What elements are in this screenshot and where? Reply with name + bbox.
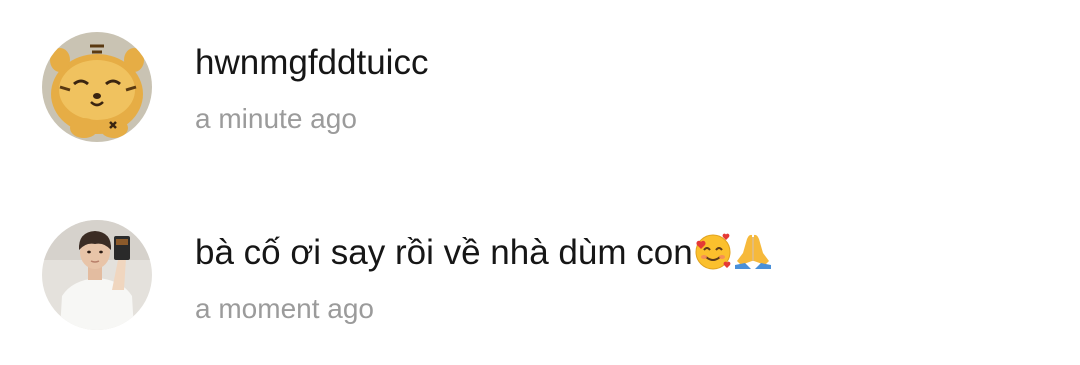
folded-hands-emoji-icon xyxy=(733,231,773,271)
comment-item[interactable]: bà cố ơi say rồi về nhà dùm con a moment… xyxy=(0,175,1080,365)
person-avatar-icon[interactable] xyxy=(42,220,152,330)
comment-item[interactable]: hwnmgfddtuicc a minute ago xyxy=(0,0,1080,175)
smiling-face-with-hearts-emoji-icon xyxy=(693,231,733,271)
comment-text: bà cố ơi say rồi về nhà dùm con xyxy=(195,233,693,272)
tiger-plush-avatar-icon[interactable] xyxy=(42,32,152,142)
comment-timestamp: a minute ago xyxy=(195,103,357,134)
comment-text: hwnmgfddtuicc xyxy=(195,43,429,82)
comment-timestamp: a moment ago xyxy=(195,293,374,324)
